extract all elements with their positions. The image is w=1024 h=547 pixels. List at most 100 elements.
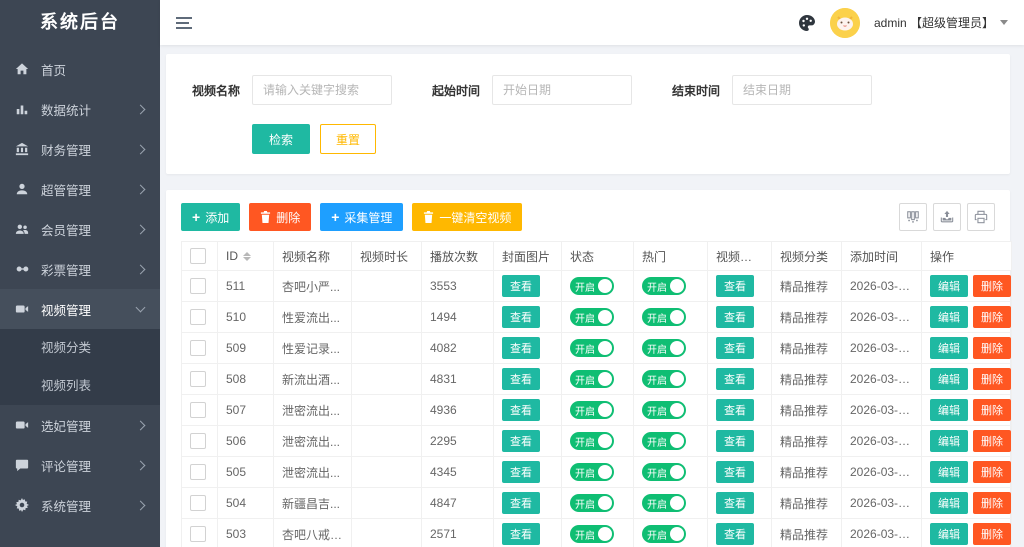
- print-icon[interactable]: [967, 203, 995, 231]
- row-checkbox[interactable]: [190, 464, 206, 480]
- sidebar-item[interactable]: 选妃管理: [0, 405, 160, 445]
- row-checkbox[interactable]: [190, 371, 206, 387]
- status-toggle[interactable]: 开启: [570, 401, 614, 419]
- sidebar-item[interactable]: 财务管理: [0, 129, 160, 169]
- row-delete-button[interactable]: 删除: [973, 337, 1011, 359]
- avatar[interactable]: [829, 7, 860, 38]
- row-delete-button[interactable]: 删除: [973, 275, 1011, 297]
- status-toggle[interactable]: 开启: [570, 494, 614, 512]
- theme-palette-icon[interactable]: [798, 14, 816, 32]
- start-date-input[interactable]: [492, 75, 632, 105]
- edit-button[interactable]: 编辑: [930, 461, 968, 483]
- sidebar-item[interactable]: 数据统计: [0, 89, 160, 129]
- row-delete-button[interactable]: 删除: [973, 461, 1011, 483]
- view-link-button[interactable]: 查看: [716, 523, 754, 545]
- sidebar-item[interactable]: 首页: [0, 49, 160, 89]
- hot-toggle[interactable]: 开启: [642, 525, 686, 543]
- row-delete-button[interactable]: 删除: [973, 399, 1011, 421]
- edit-button[interactable]: 编辑: [930, 368, 968, 390]
- status-toggle[interactable]: 开启: [570, 463, 614, 481]
- status-toggle[interactable]: 开启: [570, 277, 614, 295]
- hot-toggle[interactable]: 开启: [642, 494, 686, 512]
- edit-button[interactable]: 编辑: [930, 275, 968, 297]
- edit-button[interactable]: 编辑: [930, 492, 968, 514]
- view-cover-button[interactable]: 查看: [502, 368, 540, 390]
- row-delete-button[interactable]: 删除: [973, 430, 1011, 452]
- edit-button[interactable]: 编辑: [930, 430, 968, 452]
- export-icon[interactable]: [933, 203, 961, 231]
- sidebar-item[interactable]: 超管管理: [0, 169, 160, 209]
- edit-button[interactable]: 编辑: [930, 523, 968, 545]
- search-button[interactable]: 检索: [252, 124, 311, 154]
- end-date-input[interactable]: [732, 75, 872, 105]
- cell-hot: 开启: [633, 363, 708, 395]
- delete-button[interactable]: 删除: [249, 203, 312, 231]
- menu-toggle-icon[interactable]: [176, 16, 192, 29]
- view-link-button[interactable]: 查看: [716, 306, 754, 328]
- sidebar-item[interactable]: 评论管理: [0, 445, 160, 485]
- status-toggle[interactable]: 开启: [570, 370, 614, 388]
- row-checkbox[interactable]: [190, 340, 206, 356]
- view-cover-button[interactable]: 查看: [502, 337, 540, 359]
- cell-cover: 查看: [493, 425, 562, 457]
- hot-toggle[interactable]: 开启: [642, 339, 686, 357]
- edit-button[interactable]: 编辑: [930, 337, 968, 359]
- sidebar-item[interactable]: 系统管理: [0, 485, 160, 525]
- view-cover-button[interactable]: 查看: [502, 306, 540, 328]
- sidebar-subitem[interactable]: 视频分类: [0, 329, 160, 367]
- view-cover-button[interactable]: 查看: [502, 430, 540, 452]
- sidebar-subitem[interactable]: 视频列表: [0, 367, 160, 405]
- view-link-button[interactable]: 查看: [716, 430, 754, 452]
- view-link-button[interactable]: 查看: [716, 492, 754, 514]
- admin-dropdown[interactable]: admin 【超级管理员】: [874, 14, 1008, 31]
- hot-toggle[interactable]: 开启: [642, 370, 686, 388]
- row-checkbox[interactable]: [190, 526, 206, 542]
- view-link-button[interactable]: 查看: [716, 275, 754, 297]
- row-checkbox[interactable]: [190, 278, 206, 294]
- cell-operations: 编辑 删除: [921, 332, 1012, 364]
- view-cover-button[interactable]: 查看: [502, 461, 540, 483]
- status-toggle[interactable]: 开启: [570, 432, 614, 450]
- edit-button[interactable]: 编辑: [930, 399, 968, 421]
- row-checkbox[interactable]: [190, 433, 206, 449]
- sidebar-item[interactable]: 彩票管理: [0, 249, 160, 289]
- view-cover-button[interactable]: 查看: [502, 275, 540, 297]
- hot-toggle[interactable]: 开启: [642, 277, 686, 295]
- clear-all-videos-button[interactable]: 一键清空视频: [412, 203, 523, 231]
- video-name-input[interactable]: [252, 75, 392, 105]
- row-delete-button[interactable]: 删除: [973, 492, 1011, 514]
- hot-toggle[interactable]: 开启: [642, 401, 686, 419]
- view-cover-button[interactable]: 查看: [502, 523, 540, 545]
- row-delete-button[interactable]: 删除: [973, 306, 1011, 328]
- edit-button[interactable]: 编辑: [930, 306, 968, 328]
- status-toggle[interactable]: 开启: [570, 525, 614, 543]
- cell-duration: [351, 487, 422, 519]
- sidebar-item-label: 彩票管理: [41, 263, 92, 278]
- hot-toggle[interactable]: 开启: [642, 308, 686, 326]
- add-button[interactable]: + 添加: [181, 203, 241, 231]
- cell-status: 开启: [561, 332, 634, 364]
- filter-columns-icon[interactable]: [899, 203, 927, 231]
- row-delete-button[interactable]: 删除: [973, 368, 1011, 390]
- collect-manage-button[interactable]: + 采集管理: [320, 203, 404, 231]
- status-toggle[interactable]: 开启: [570, 308, 614, 326]
- select-all-checkbox[interactable]: [190, 248, 206, 264]
- view-link-button[interactable]: 查看: [716, 368, 754, 390]
- reset-button[interactable]: 重置: [320, 124, 377, 154]
- row-delete-button[interactable]: 删除: [973, 523, 1011, 545]
- row-checkbox[interactable]: [190, 495, 206, 511]
- hot-toggle[interactable]: 开启: [642, 463, 686, 481]
- row-checkbox[interactable]: [190, 402, 206, 418]
- view-link-button[interactable]: 查看: [716, 399, 754, 421]
- view-cover-button[interactable]: 查看: [502, 399, 540, 421]
- hot-toggle[interactable]: 开启: [642, 432, 686, 450]
- status-toggle[interactable]: 开启: [570, 339, 614, 357]
- view-cover-button[interactable]: 查看: [502, 492, 540, 514]
- hot-toggle-label: 开启: [647, 344, 667, 356]
- row-checkbox[interactable]: [190, 309, 206, 325]
- view-link-button[interactable]: 查看: [716, 461, 754, 483]
- view-link-button[interactable]: 查看: [716, 337, 754, 359]
- sidebar-item[interactable]: 会员管理: [0, 209, 160, 249]
- sidebar-item[interactable]: 视频管理: [0, 289, 160, 329]
- sort-icon[interactable]: [243, 252, 251, 262]
